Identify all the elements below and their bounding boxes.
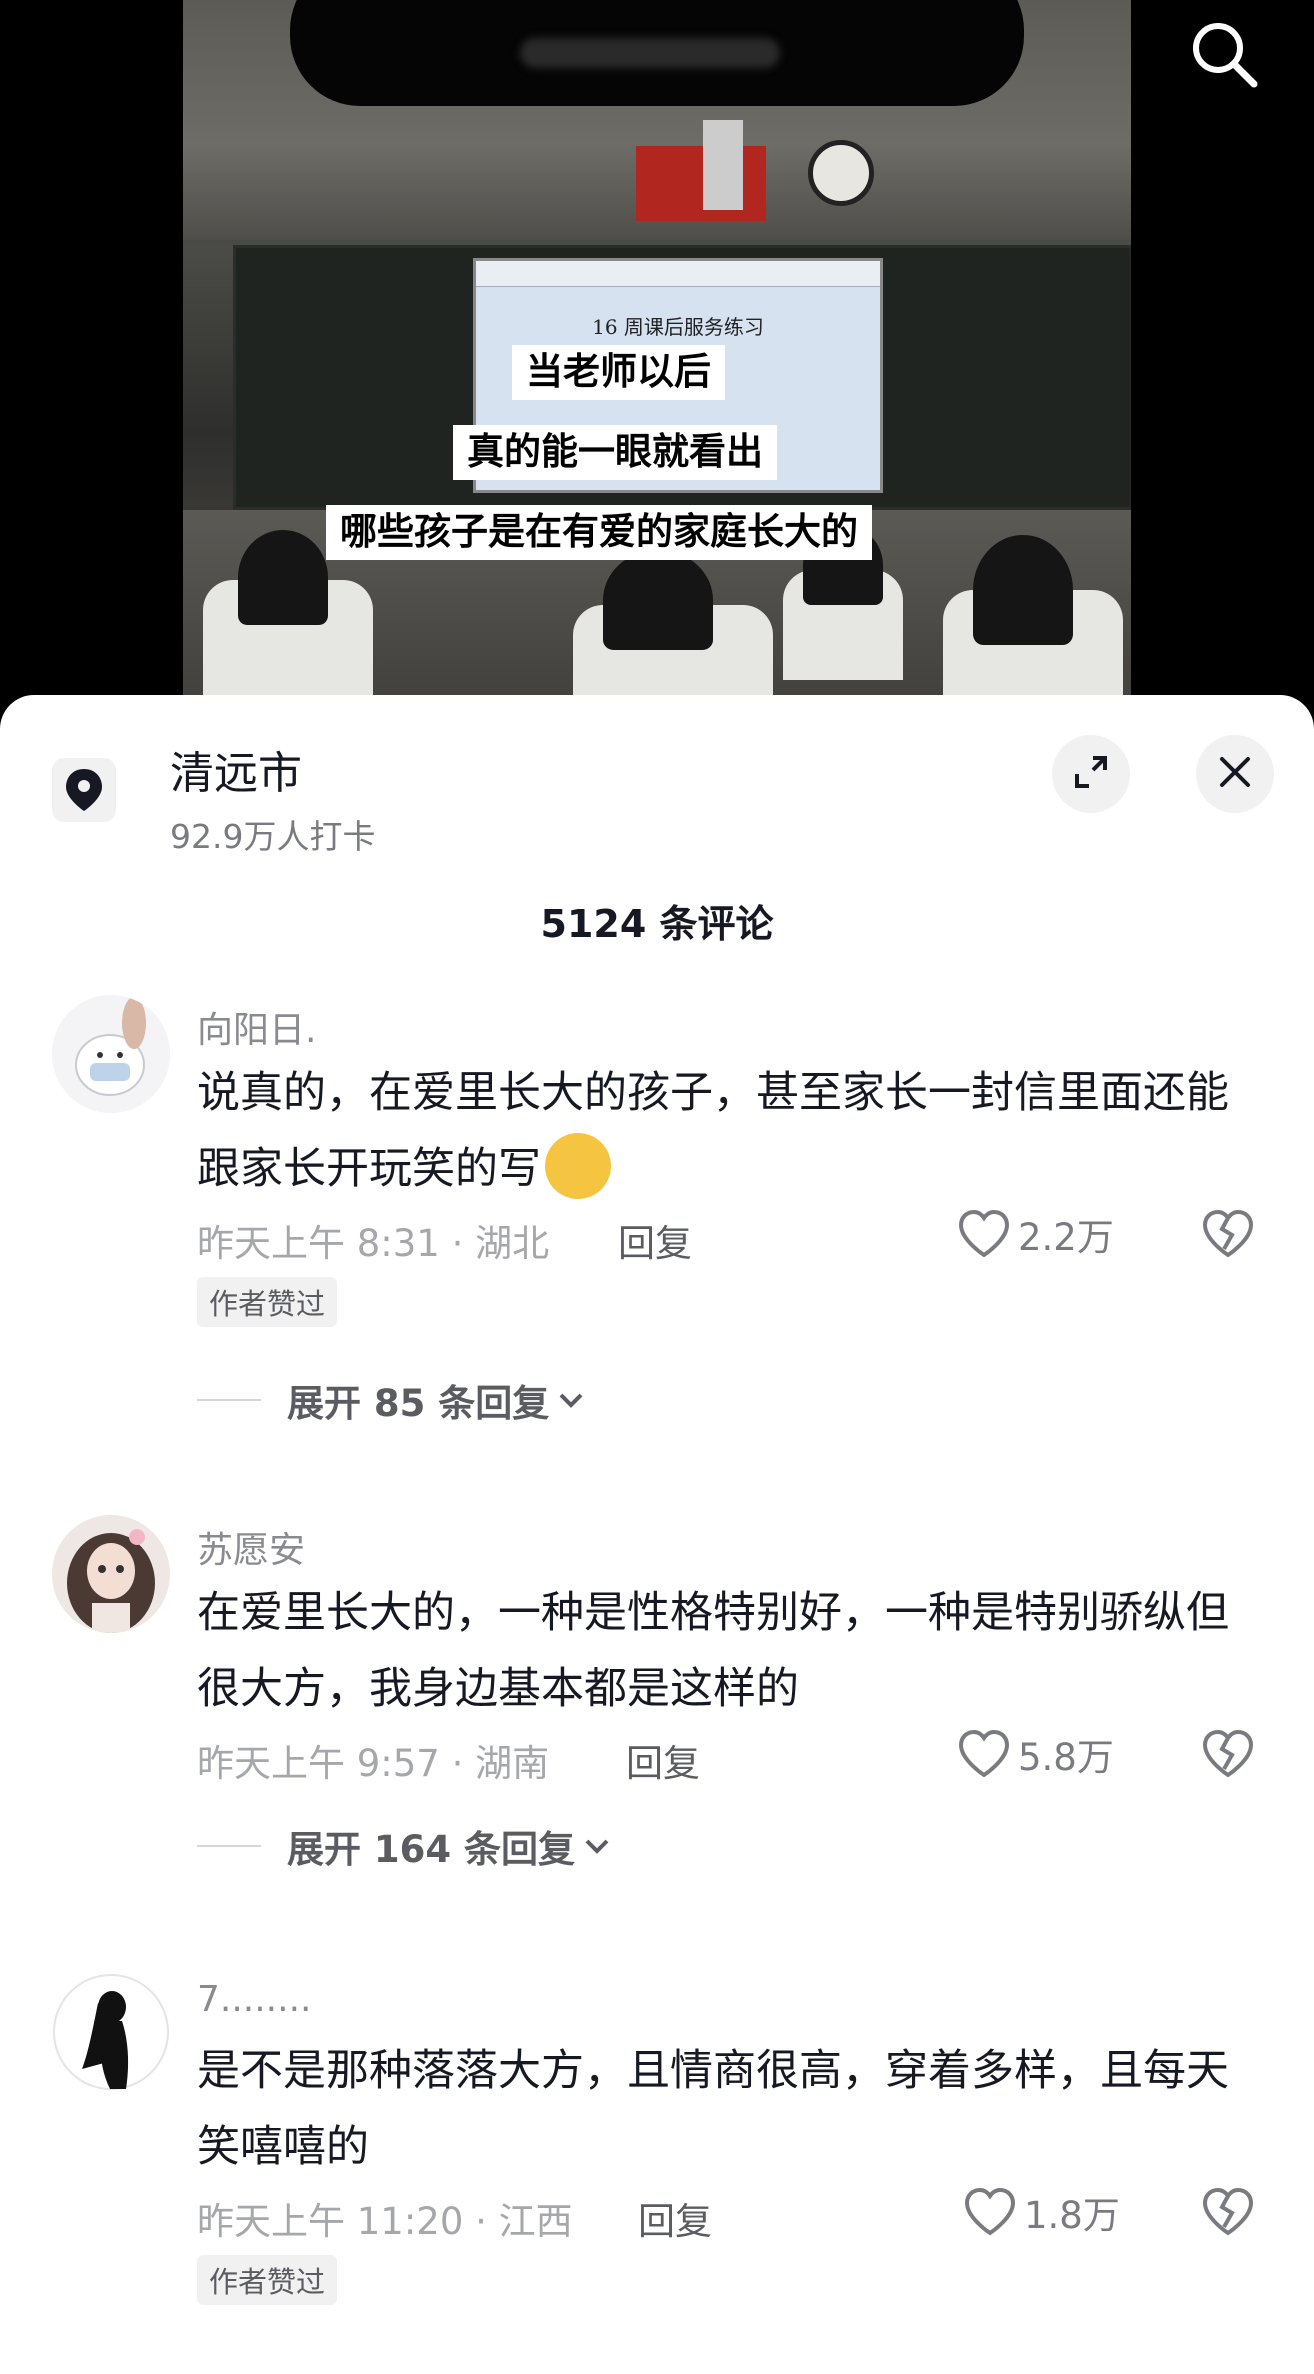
broken-heart-icon xyxy=(1202,1729,1254,1778)
comment-item: 苏愿安 在爱里长大的，一种是性格特别好，一种是特别骄纵但很大方，我身边基本都是这… xyxy=(0,1515,1314,1935)
flag-image xyxy=(636,146,766,221)
reply-button[interactable]: 回复 xyxy=(638,2191,712,2245)
like-count: 2.2万 xyxy=(1018,1216,1114,1259)
comments-count: 5124 条评论 xyxy=(540,902,774,946)
chevron-down-icon xyxy=(559,1393,583,1408)
video-caption-2: 真的能一眼就看出 xyxy=(453,425,777,480)
location-pin-icon[interactable] xyxy=(52,758,116,822)
location-title[interactable]: 清远市 xyxy=(170,737,302,801)
author-liked-badge: 作者赞过 xyxy=(197,1277,338,1327)
comment-sheet: 清远市 92.9万人打卡 5124 条评论 向阳日. 说真的，在爱里长大的孩子，… xyxy=(0,695,1314,2374)
heart-icon xyxy=(958,1209,1010,1258)
comment-item: 7........ 是不是那种落落大方，且情商很高，穿着多样，且每天笑嘻嘻的 昨… xyxy=(0,1973,1314,2373)
like-button[interactable]: 1.8万 xyxy=(964,2185,1120,2239)
clock-image xyxy=(808,140,874,206)
like-count: 5.8万 xyxy=(1018,1736,1114,1779)
blurred-title xyxy=(520,38,780,68)
like-button[interactable]: 2.2万 xyxy=(958,1207,1114,1261)
pleading-face-emoji-icon xyxy=(545,1132,611,1199)
heart-icon xyxy=(958,1729,1010,1778)
reply-button[interactable]: 回复 xyxy=(618,1213,692,1267)
expand-replies-button[interactable]: 展开 164 条回复 xyxy=(197,1819,611,1873)
projector-image xyxy=(703,120,743,210)
like-count: 1.8万 xyxy=(1024,2194,1120,2237)
avatar[interactable] xyxy=(52,1973,170,2091)
comment-meta: 昨天上午 11:20 · 江西 xyxy=(197,2200,573,2243)
avatar[interactable] xyxy=(52,995,170,1113)
dislike-button[interactable] xyxy=(1202,1209,1254,1263)
location-checkins: 92.9万人打卡 xyxy=(170,817,376,856)
author-liked-badge: 作者赞过 xyxy=(197,2255,338,2305)
comment-text-content: 说真的，在爱里长大的孩子，甚至家长一封信里面还能跟家长开玩笑的写 xyxy=(197,1068,1229,1194)
search-icon[interactable] xyxy=(1186,16,1264,94)
heart-icon xyxy=(964,2187,1016,2236)
screen-title: 16 周课后服务练习 xyxy=(592,315,764,339)
chevron-down-icon xyxy=(585,1839,609,1854)
dislike-button[interactable] xyxy=(1202,1729,1254,1783)
broken-heart-icon xyxy=(1202,2187,1254,2236)
comment-text: 是不是那种落落大方，且情商很高，穿着多样，且每天笑嘻嘻的 xyxy=(197,2046,1229,2172)
comment-text: 说真的，在爱里长大的孩子，甚至家长一封信里面还能跟家长开玩笑的写 xyxy=(197,1055,1267,1207)
video-player[interactable]: 16 周课后服务练习 当老师以后 真的能一眼就看出 哪些孩子是在有爱的家庭长大的 xyxy=(0,0,1314,720)
avatar[interactable] xyxy=(52,1515,170,1633)
close-icon xyxy=(1217,754,1253,794)
like-button[interactable]: 5.8万 xyxy=(958,1727,1114,1781)
comment-text: 在爱里长大的，一种是性格特别好，一种是特别骄纵但很大方，我身边基本都是这样的 xyxy=(197,1588,1229,1714)
expand-replies-label: 展开 164 条回复 xyxy=(287,1828,575,1871)
expand-icon xyxy=(1071,752,1111,796)
comment-meta: 昨天上午 9:57 · 湖南 xyxy=(197,1742,550,1785)
comment-author[interactable]: 7........ xyxy=(197,1979,311,2020)
comment-author[interactable]: 向阳日. xyxy=(197,1001,316,1053)
dislike-button[interactable] xyxy=(1202,2187,1254,2241)
comment-meta: 昨天上午 8:31 · 湖北 xyxy=(197,1222,550,1265)
broken-heart-icon xyxy=(1202,1209,1254,1258)
comment-item: 向阳日. 说真的，在爱里长大的孩子，甚至家长一封信里面还能跟家长开玩笑的写 昨天… xyxy=(0,995,1314,1475)
expand-replies-button[interactable]: 展开 85 条回复 xyxy=(197,1373,585,1427)
close-button[interactable] xyxy=(1196,735,1274,813)
video-caption-3: 哪些孩子是在有爱的家庭长大的 xyxy=(326,505,872,560)
reply-button[interactable]: 回复 xyxy=(626,1733,700,1787)
comment-author[interactable]: 苏愿安 xyxy=(197,1521,305,1573)
expand-button[interactable] xyxy=(1052,735,1130,813)
expand-replies-label: 展开 85 条回复 xyxy=(287,1382,550,1425)
video-caption-1: 当老师以后 xyxy=(512,345,725,400)
